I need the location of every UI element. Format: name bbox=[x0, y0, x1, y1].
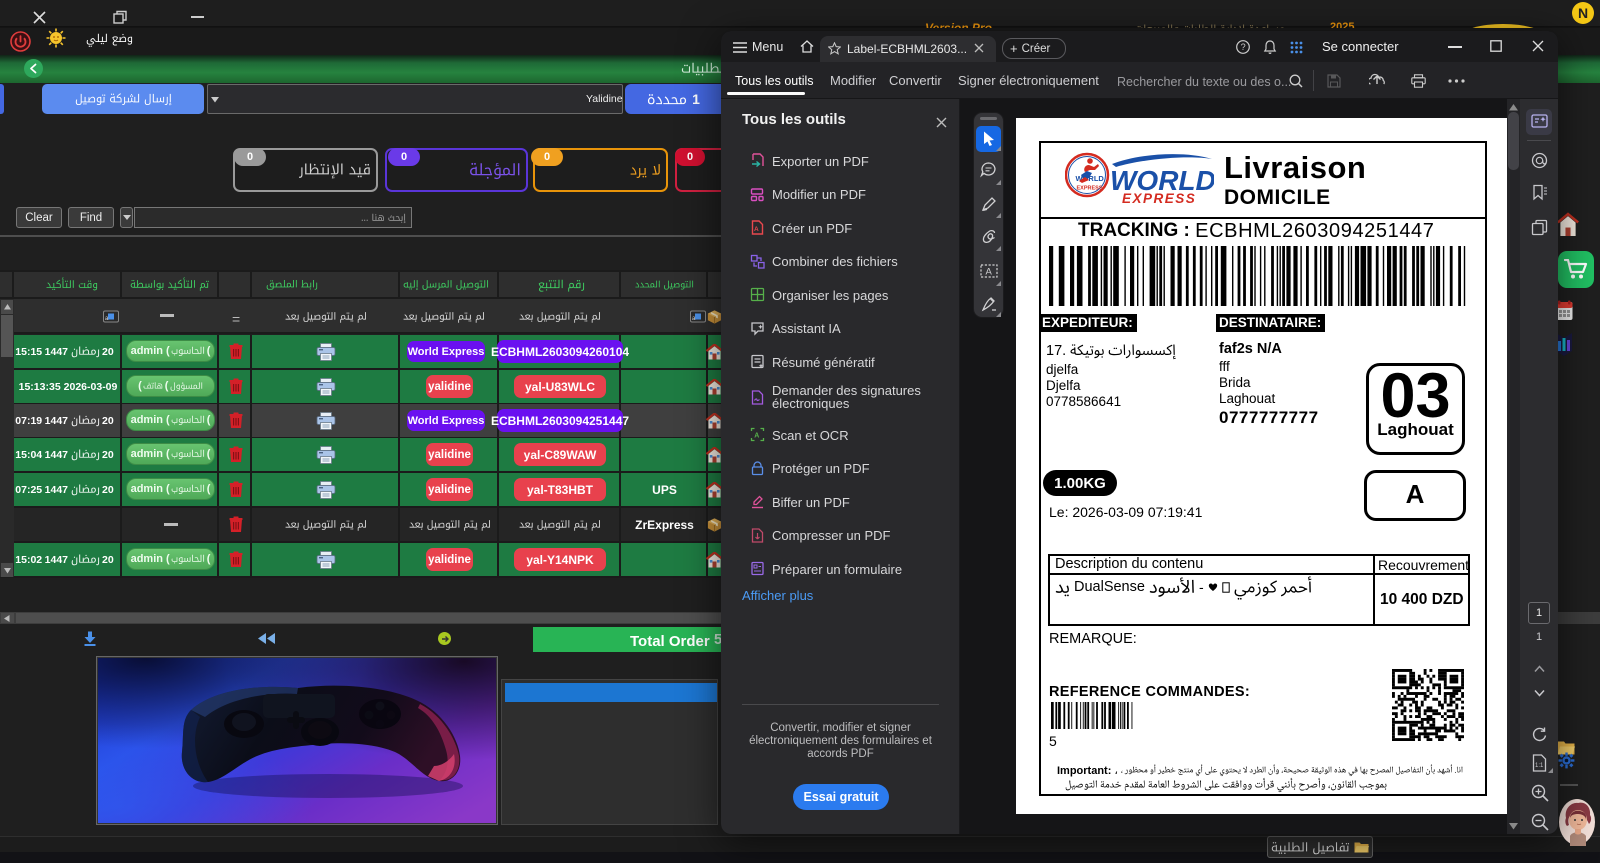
svg-text:A: A bbox=[986, 267, 993, 278]
svg-text:EXPRESS: EXPRESS bbox=[1122, 191, 1196, 206]
svg-text:1:1: 1:1 bbox=[1535, 763, 1544, 769]
svg-text:EXPRESS: EXPRESS bbox=[1077, 186, 1103, 192]
svg-text:?: ? bbox=[1241, 42, 1246, 52]
svg-text:A: A bbox=[754, 226, 759, 233]
svg-text:A: A bbox=[754, 433, 759, 440]
